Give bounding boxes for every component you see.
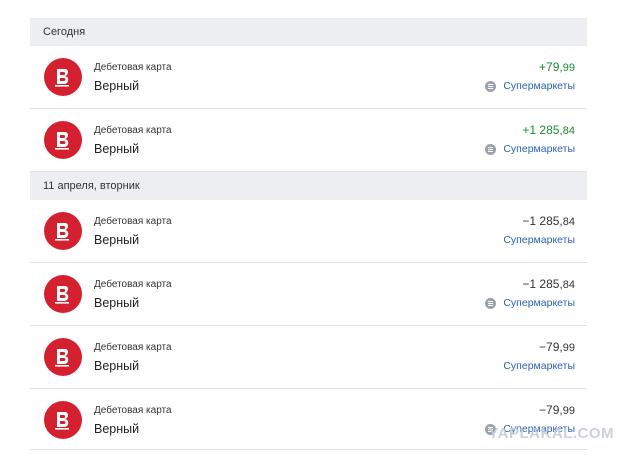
amount-whole: +1 285, — [522, 123, 563, 137]
category-label: Супермаркеты — [503, 143, 575, 155]
amount-whole: −79, — [539, 340, 563, 354]
category-label: Супермаркеты — [503, 234, 575, 246]
verny-logo-icon — [44, 121, 82, 159]
amount-fraction: 84 — [562, 216, 575, 228]
transaction-row[interactable]: Дебетовая карта Верный −1 285,84 Суперма… — [30, 263, 587, 326]
category-link[interactable]: Супермаркеты — [503, 234, 575, 246]
date-header-label: 11 апреля, вторник — [43, 180, 140, 192]
transaction-amount: −1 285,84 — [522, 277, 575, 291]
merchant-name: Верный — [94, 296, 140, 310]
supermarket-category-icon — [485, 297, 497, 309]
category-link[interactable]: Супермаркеты — [503, 360, 575, 372]
amount-whole: +79, — [539, 60, 563, 74]
category-label: Супермаркеты — [503, 360, 575, 372]
account-type: Дебетовая карта — [94, 342, 172, 353]
amount-whole: −1 285, — [522, 277, 563, 291]
transaction-amount: +1 285,84 — [522, 123, 575, 137]
date-header-april-11: 11 апреля, вторник — [30, 172, 587, 200]
category-link[interactable]: Супермаркеты — [485, 143, 575, 155]
transaction-amount: −79,99 — [539, 403, 575, 417]
verny-logo-icon — [44, 338, 82, 376]
verny-logo-icon — [44, 58, 82, 96]
merchant-name: Верный — [94, 359, 140, 373]
date-header-today: Сегодня — [30, 18, 587, 46]
merchant-name: Верный — [94, 142, 140, 156]
amount-fraction: 99 — [562, 62, 575, 74]
merchant-name: Верный — [94, 79, 140, 93]
verny-logo-icon — [44, 212, 82, 250]
category-label: Супермаркеты — [503, 80, 575, 92]
amount-fraction: 84 — [562, 125, 575, 137]
verny-logo-icon — [44, 275, 82, 313]
account-type: Дебетовая карта — [94, 62, 172, 73]
merchant-name: Верный — [94, 422, 140, 436]
transaction-row[interactable]: Дебетовая карта Верный +79,99 Супермарке… — [30, 46, 587, 109]
amount-fraction: 99 — [562, 405, 575, 417]
category-link[interactable]: Супермаркеты — [485, 297, 575, 309]
transaction-row[interactable]: Дебетовая карта Верный −79,99 Супермарке… — [30, 326, 587, 389]
transaction-row[interactable]: Дебетовая карта Верный +1 285,84 Суперма… — [30, 109, 587, 172]
merchant-name: Верный — [94, 233, 140, 247]
amount-fraction: 99 — [562, 342, 575, 354]
amount-fraction: 84 — [562, 279, 575, 291]
transaction-row[interactable]: Дебетовая карта Верный −1 285,84 Суперма… — [30, 200, 587, 263]
transaction-amount: −79,99 — [539, 340, 575, 354]
account-type: Дебетовая карта — [94, 279, 172, 290]
amount-whole: −1 285, — [522, 214, 563, 228]
watermark: YAPLAKAL.COM — [488, 425, 614, 442]
transaction-list: Сегодня Дебетовая карта Верный +79,99 Су… — [30, 18, 587, 450]
category-link[interactable]: Супермаркеты — [485, 80, 575, 92]
category-label: Супермаркеты — [503, 297, 575, 309]
amount-whole: −79, — [539, 403, 563, 417]
date-header-label: Сегодня — [43, 26, 86, 38]
supermarket-category-icon — [485, 80, 497, 92]
account-type: Дебетовая карта — [94, 125, 172, 136]
account-type: Дебетовая карта — [94, 216, 172, 227]
transaction-amount: +79,99 — [539, 60, 575, 74]
transaction-amount: −1 285,84 — [522, 214, 575, 228]
supermarket-category-icon — [485, 143, 497, 155]
verny-logo-icon — [44, 401, 82, 439]
account-type: Дебетовая карта — [94, 405, 172, 416]
